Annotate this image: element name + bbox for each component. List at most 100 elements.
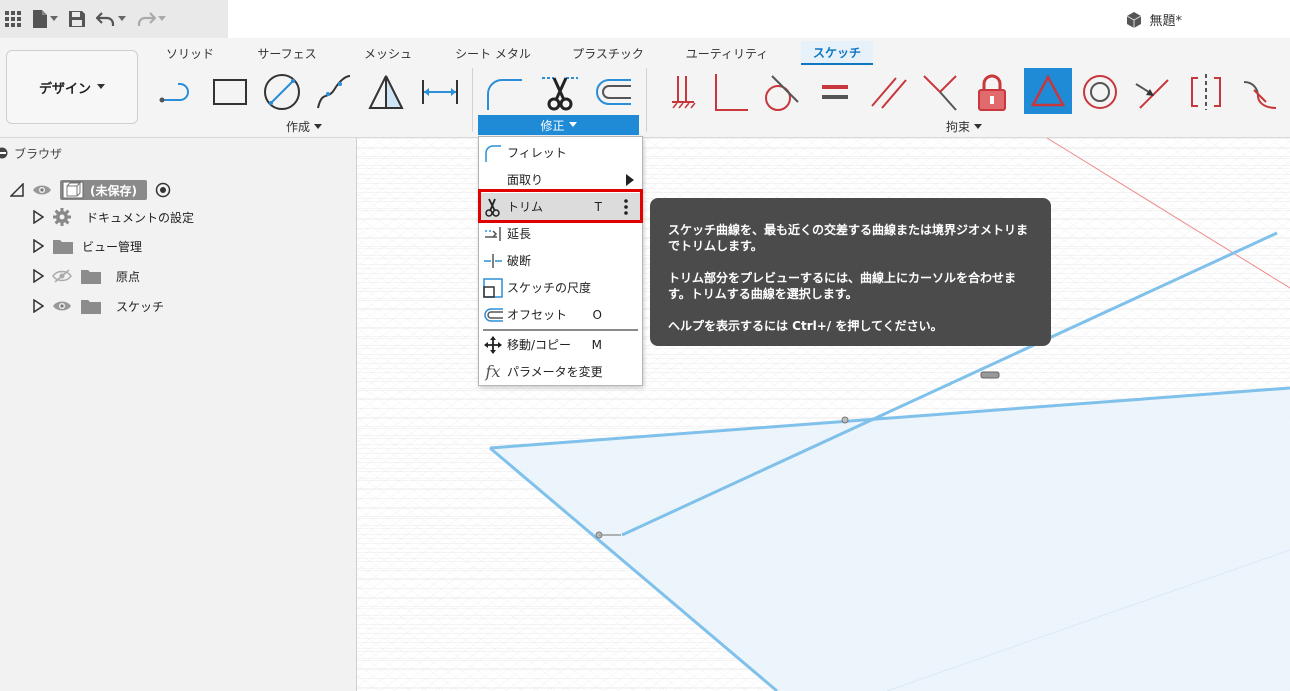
dimension-icon	[422, 80, 458, 104]
circle-tool[interactable]	[260, 70, 304, 114]
coincident-icon	[923, 75, 957, 111]
menu-item-label: 破断	[507, 254, 532, 268]
perpendicular-icon	[715, 74, 748, 111]
rectangle-icon	[213, 79, 247, 105]
menu-item-break[interactable]: 破断	[479, 247, 642, 274]
mirror-tool[interactable]	[364, 70, 408, 114]
point-marker[interactable]	[980, 371, 1000, 379]
tangent-constraint[interactable]	[758, 70, 802, 114]
tangent-icon	[765, 75, 799, 111]
scissors-icon	[485, 198, 500, 217]
constraints-group-label[interactable]: 拘束	[946, 118, 983, 135]
menu-item-move-copy[interactable]: 移動/コピー M	[479, 331, 642, 358]
menu-item-sketch-scale[interactable]: スケッチの尺度	[479, 274, 642, 301]
equal-constraint[interactable]	[814, 70, 858, 114]
folder-icon	[81, 300, 101, 314]
ribbon: デザイン ソリッド サーフェス メッシュ シート メタル プラスチック ユーティ…	[0, 38, 1290, 138]
symmetry-constraint[interactable]	[1184, 70, 1228, 114]
workspace-switcher[interactable]: デザイン	[6, 50, 138, 124]
tree-item-label: ビュー管理	[82, 239, 143, 254]
line-tool[interactable]	[156, 70, 200, 114]
dimension-tool[interactable]	[418, 70, 462, 114]
component-badge: (未保存)	[60, 180, 147, 200]
tab-solid[interactable]: ソリッド	[160, 41, 220, 65]
menu-item-label: オフセット	[507, 308, 568, 322]
tree-item-view-management[interactable]: ビュー管理	[32, 234, 142, 258]
curvature-icon	[1243, 81, 1277, 109]
tab-utility[interactable]: ユーティリティ	[684, 41, 770, 65]
lock-icon	[978, 74, 1006, 111]
more-options-icon[interactable]	[624, 198, 628, 215]
eye-icon[interactable]	[52, 299, 72, 313]
tree-item-label: ドキュメントの設定	[86, 210, 195, 225]
caret-down-icon	[568, 122, 577, 127]
trim-tool[interactable]	[538, 70, 582, 114]
browser-title: ブラウザ	[14, 146, 63, 161]
eye-icon[interactable]	[32, 183, 52, 197]
browser-panel: ブラウザ (未保存) ドキュメントの設定 ビュー管理 原点 スケッチ	[0, 138, 357, 691]
root-label: (未保存)	[90, 183, 137, 198]
midpoint-constraint[interactable]	[1130, 70, 1174, 114]
folder-icon	[81, 270, 101, 284]
offset-tool[interactable]	[590, 70, 634, 114]
triangle-icon	[1030, 74, 1066, 107]
scale-icon	[483, 277, 503, 298]
parallel-constraint[interactable]	[866, 70, 910, 114]
tree-item-origin[interactable]: 原点	[32, 264, 140, 288]
fix-constraint[interactable]	[660, 70, 704, 114]
coincident-constraint[interactable]	[918, 70, 962, 114]
menu-item-change-parameters[interactable]: fx パラメータを変更	[479, 358, 642, 385]
tab-plastic[interactable]: プラスチック	[570, 41, 646, 65]
workspace-label: デザイン	[38, 81, 91, 97]
tab-surface[interactable]: サーフェス	[252, 41, 322, 65]
modify-dropdown-menu: フィレット 面取り トリム T 延長 破断 スケッチの尺度 オフセット O 移動…	[478, 136, 643, 386]
caret-down-icon	[158, 16, 166, 21]
save-button[interactable]	[68, 6, 86, 32]
lock-constraint[interactable]	[970, 70, 1014, 114]
tab-sheet-metal[interactable]: シート メタル	[452, 41, 534, 65]
shortcut-key: O	[592, 307, 602, 322]
undo-button[interactable]	[96, 6, 126, 32]
shortcut-key: T	[594, 199, 602, 214]
tab-sketch[interactable]: スケッチ	[801, 41, 873, 65]
redo-button[interactable]	[136, 6, 166, 32]
app-grid-button[interactable]	[4, 6, 22, 32]
modify-group-dropdown[interactable]: 修正	[478, 115, 639, 135]
file-menu-button[interactable]	[32, 6, 58, 32]
curvature-constraint[interactable]	[1238, 70, 1282, 114]
midpoint-icon	[1135, 79, 1169, 109]
spline-tool[interactable]	[312, 70, 356, 114]
rectangle-tool[interactable]	[208, 70, 252, 114]
menu-item-chamfer[interactable]: 面取り	[479, 166, 642, 193]
tab-mesh[interactable]: メッシュ	[358, 41, 418, 65]
spline-icon	[317, 75, 351, 109]
browser-header[interactable]: ブラウザ	[0, 138, 356, 168]
ribbon-separator	[646, 68, 647, 132]
point-marker[interactable]	[841, 416, 849, 424]
tree-item-sketches[interactable]: スケッチ	[32, 294, 164, 318]
tree-item-document-settings[interactable]: ドキュメントの設定	[32, 205, 194, 229]
perpendicular-constraint[interactable]	[708, 70, 752, 114]
expand-triangle-icon	[33, 299, 44, 313]
menu-item-extend[interactable]: 延長	[479, 220, 642, 247]
triangle-constraint[interactable]	[1024, 68, 1072, 114]
radio-active-icon[interactable]	[155, 182, 171, 198]
expand-triangle-icon	[33, 269, 44, 283]
menu-item-label: フィレット	[507, 146, 567, 160]
eye-hidden-icon[interactable]	[52, 269, 72, 283]
create-group-label[interactable]: 作成	[286, 118, 323, 135]
menu-item-label: 面取り	[507, 173, 544, 187]
menu-item-fillet[interactable]: フィレット	[479, 139, 642, 166]
fillet-tool[interactable]	[482, 70, 526, 114]
caret-down-icon	[97, 84, 105, 89]
menu-item-offset[interactable]: オフセット O	[479, 301, 642, 328]
tree-item-label: スケッチ	[116, 299, 165, 314]
menu-item-trim[interactable]: トリム T	[479, 193, 642, 220]
concentric-constraint[interactable]	[1078, 70, 1122, 114]
redo-icon	[137, 12, 156, 26]
menu-item-label: 移動/コピー	[507, 338, 572, 352]
undo-icon	[96, 12, 115, 26]
tree-root[interactable]: (未保存)	[10, 178, 171, 202]
fillet-icon	[487, 79, 522, 110]
ribbon-separator	[472, 68, 473, 132]
